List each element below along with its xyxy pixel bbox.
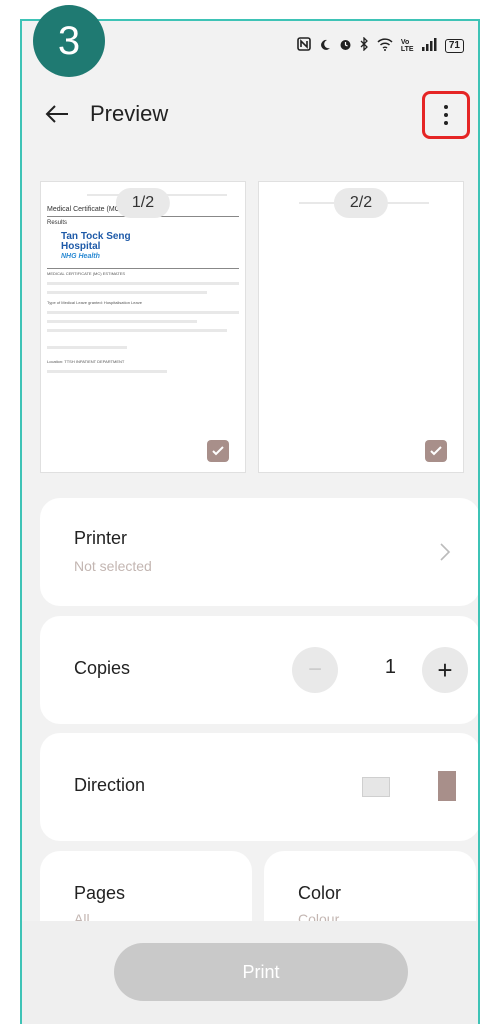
bottom-action-bar: Print (22, 921, 478, 1024)
volte-icon: Vo LTE (400, 38, 414, 53)
direction-label: Direction (74, 775, 146, 795)
print-button[interactable]: Print (114, 943, 408, 1001)
copies-row: Copies − 1 + (40, 616, 478, 724)
battery-icon: 71 (444, 38, 464, 53)
top-app-bar: Preview (22, 81, 478, 141)
printer-label: Printer (74, 528, 128, 548)
checkbox-checked-icon[interactable] (207, 440, 229, 462)
doc-footer-line: Location: TTSH INPATIENT DEPARTMENT (47, 359, 125, 364)
nfc-icon (297, 37, 311, 54)
direction-row: Direction (40, 733, 478, 841)
pages-label: Pages (74, 883, 126, 903)
bluetooth-icon (360, 36, 369, 54)
alarm-icon (339, 38, 352, 54)
hospital-logo: Tan Tock Seng Hospital NHG Health (61, 231, 131, 261)
landscape-orientation-icon[interactable] (362, 777, 390, 797)
signal-icon (421, 37, 437, 54)
page-preview-2[interactable]: 2/2 (258, 181, 464, 473)
copies-count: 1 (384, 656, 396, 678)
back-arrow-icon[interactable] (42, 99, 72, 129)
step-number-badge: 3 (33, 5, 105, 77)
wifi-icon (377, 37, 393, 54)
doc-section: MEDICAL CERTIFICATE (MC) ESTIMATES (47, 271, 126, 276)
portrait-orientation-icon[interactable] (438, 771, 456, 801)
chevron-right-icon (438, 540, 452, 564)
more-options-icon[interactable] (422, 91, 470, 139)
decrease-copies-button[interactable]: − (292, 647, 338, 693)
doc-results: Results (47, 220, 68, 226)
printer-selector[interactable]: Printer Not selected (40, 498, 478, 606)
page-preview-1[interactable]: Medical Certificate (MC) Results Tan Toc… (40, 181, 246, 473)
color-label: Color (298, 883, 342, 903)
status-bar: Vo LTE 71 (297, 36, 464, 54)
moon-icon (319, 38, 331, 54)
printer-value: Not selected (74, 558, 152, 574)
page-title: Preview (90, 101, 169, 126)
page-number-pill: 1/2 (115, 188, 171, 218)
doc-type-line: Type of Medical Leave granted: Hospitali… (47, 300, 142, 305)
checkbox-checked-icon[interactable] (425, 440, 447, 462)
page-number-pill: 2/2 (333, 188, 389, 218)
increase-copies-button[interactable]: + (422, 647, 468, 693)
copies-label: Copies (74, 658, 131, 678)
phone-screen: Vo LTE 71 Preview Medical Certificate (M… (20, 19, 480, 1024)
